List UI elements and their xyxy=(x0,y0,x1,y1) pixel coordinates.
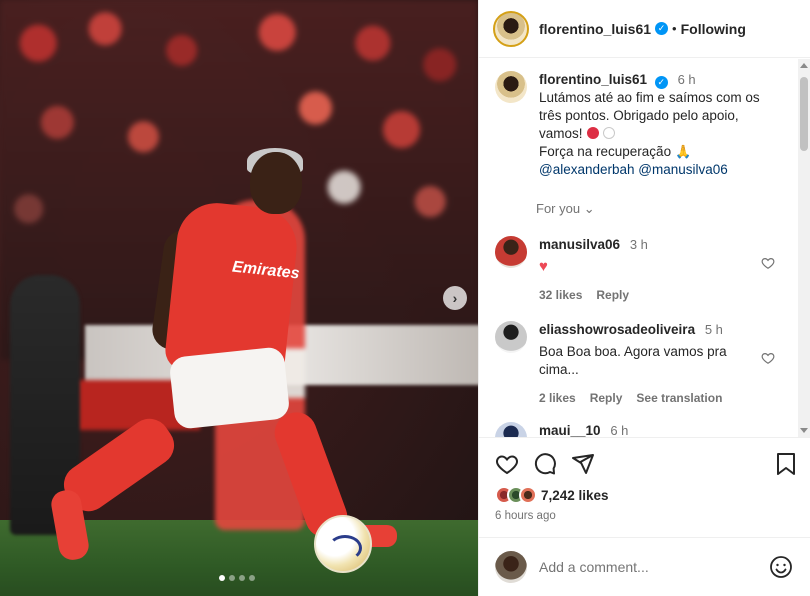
red-circle-icon xyxy=(586,127,599,139)
comment-time[interactable]: 5 h xyxy=(705,322,723,337)
comments-scrollbar[interactable] xyxy=(798,59,810,437)
carousel-dot xyxy=(229,575,235,581)
heart-icon[interactable] xyxy=(495,452,519,476)
comment-item: manusilva06 3 h ♥ 32 likes Reply xyxy=(495,236,785,304)
commenter-avatar[interactable] xyxy=(495,236,527,268)
caption: florentino_luis61 ✓ 6 h Lutámos até ao f… xyxy=(495,71,785,179)
verified-icon: ✓ xyxy=(655,22,669,35)
carousel-indicator xyxy=(219,575,255,581)
post-media[interactable]: Emirates › xyxy=(0,0,478,596)
current-user-avatar xyxy=(495,551,527,583)
caption-line2-text: Força na recuperação xyxy=(539,144,672,159)
comment-likes[interactable]: 32 likes xyxy=(539,286,582,304)
carousel-dot xyxy=(239,575,245,581)
for-you-filter[interactable]: For you ⌄ xyxy=(536,201,595,217)
carousel-dot xyxy=(249,575,255,581)
post-header: florentino_luis61 ✓ • Following xyxy=(479,0,810,58)
like-comment-icon[interactable] xyxy=(761,351,775,365)
comment-time[interactable]: 3 h xyxy=(630,237,648,252)
commenter-avatar[interactable] xyxy=(495,321,527,353)
scroll-up-icon[interactable] xyxy=(800,63,808,68)
verified-icon: ✓ xyxy=(654,76,668,89)
comment-likes[interactable]: 2 likes xyxy=(539,389,576,407)
player-head xyxy=(250,152,302,214)
caption-avatar[interactable] xyxy=(495,71,527,103)
author-avatar[interactable] xyxy=(493,10,529,47)
commenter-username[interactable]: manusilva06 xyxy=(539,237,620,252)
author-username[interactable]: florentino_luis61 xyxy=(539,21,651,37)
caption-username[interactable]: florentino_luis61 xyxy=(539,72,647,87)
like-comment-icon[interactable] xyxy=(761,256,775,270)
liker-avatar xyxy=(519,486,537,504)
chevron-right-icon: › xyxy=(452,290,458,306)
commenter-avatar[interactable] xyxy=(495,422,527,437)
comments-section[interactable]: florentino_luis61 ✓ 6 h Lutámos até ao f… xyxy=(479,59,799,437)
see-translation-button[interactable]: See translation xyxy=(636,389,722,407)
reply-button[interactable]: Reply xyxy=(596,286,629,304)
scroll-down-icon[interactable] xyxy=(800,428,808,433)
red-heart-icon: ♥ xyxy=(539,258,548,275)
add-comment-bar xyxy=(479,537,810,596)
scroll-thumb[interactable] xyxy=(800,77,808,151)
comment-icon[interactable] xyxy=(533,452,557,476)
caption-line1: Lutámos até ao fim e saímos com os três … xyxy=(539,90,760,141)
comment-item: eliasshowrosadeoliveira 5 h Boa Boa boa.… xyxy=(495,321,785,407)
chevron-down-icon: ⌄ xyxy=(583,201,595,216)
comment-time[interactable]: 6 h xyxy=(610,423,628,437)
football xyxy=(314,515,372,573)
following-button[interactable]: Following xyxy=(681,21,746,37)
comment-text: Boa Boa boa. Agora vamos pra cima... xyxy=(539,344,727,377)
mention-link[interactable]: @alexanderbah xyxy=(539,162,635,177)
for-you-label: For you xyxy=(536,201,581,216)
emoji-icon[interactable] xyxy=(769,555,793,579)
commenter-username[interactable]: maui__10 xyxy=(539,423,601,437)
post-sidebar: florentino_luis61 ✓ • Following florenti… xyxy=(478,0,810,596)
player-shorts xyxy=(168,346,291,430)
mention-link[interactable]: @manusilva06 xyxy=(638,162,728,177)
caption-time[interactable]: 6 h xyxy=(678,72,696,87)
caption-line2: Força na recuperação 🙏 xyxy=(539,143,785,161)
comment-item: maui__10 6 h xyxy=(495,422,785,437)
comment-input[interactable] xyxy=(539,559,769,575)
likes-count[interactable]: 7,242 likes xyxy=(541,488,609,503)
reply-button[interactable]: Reply xyxy=(590,389,623,407)
praying-hands-icon: 🙏 xyxy=(675,144,692,159)
commenter-username[interactable]: eliasshowrosadeoliveira xyxy=(539,322,695,337)
bookmark-icon[interactable] xyxy=(775,452,797,476)
post-actions: 7,242 likes 6 hours ago xyxy=(479,437,810,537)
post-timestamp[interactable]: 6 hours ago xyxy=(495,510,556,522)
caption-text: Lutámos até ao fim e saímos com os três … xyxy=(539,89,785,143)
share-icon[interactable] xyxy=(571,452,595,476)
carousel-dot xyxy=(219,575,225,581)
likes-summary[interactable]: 7,242 likes xyxy=(495,486,609,504)
separator-dot: • xyxy=(672,21,677,36)
white-circle-icon xyxy=(602,127,615,139)
next-slide-button[interactable]: › xyxy=(443,286,467,310)
